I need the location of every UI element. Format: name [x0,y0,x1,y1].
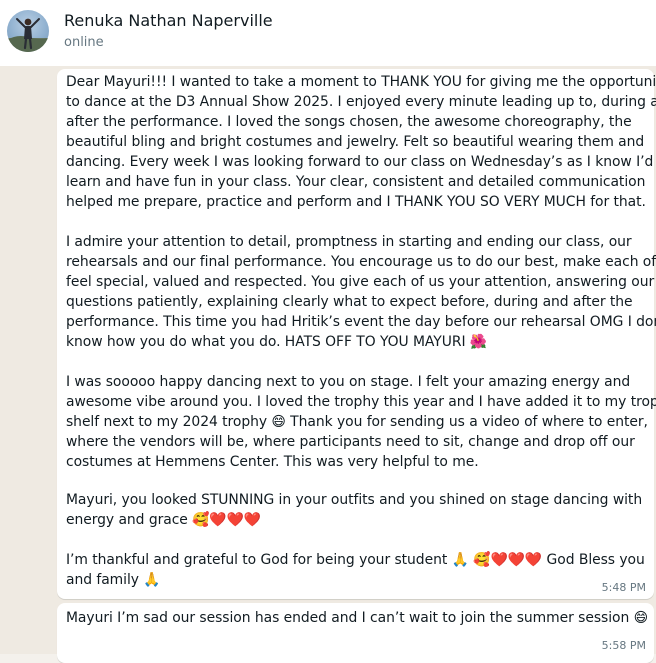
message-timestamp: 5:58 PM [601,639,646,652]
message-paragraph: I was sooooo happy dancing next to you o… [66,374,656,470]
message-paragraph: I’m thankful and grateful to God for bei… [66,552,645,588]
message-paragraph: I admire your attention to detail, promp… [66,234,656,350]
message-bubble-incoming[interactable]: Dear Mayuri!!! I wanted to take a moment… [57,69,656,599]
avatar-photo-icon [7,18,49,52]
message-paragraph: Mayuri I’m sad our session has ended and… [66,610,649,626]
contact-name[interactable]: Renuka Nathan Naperville [64,11,273,30]
message-paragraph: Dear Mayuri!!! I wanted to take a moment… [66,74,656,210]
chat-header: Renuka Nathan Naperville online [0,0,656,66]
contact-status: online [64,35,104,50]
avatar[interactable] [7,10,49,52]
message-paragraph: Mayuri, you looked STUNNING in your outf… [66,492,643,528]
message-bubble-incoming[interactable]: Mayuri I’m sad our session has ended and… [57,603,654,663]
message-timestamp: 5:48 PM [601,581,646,594]
